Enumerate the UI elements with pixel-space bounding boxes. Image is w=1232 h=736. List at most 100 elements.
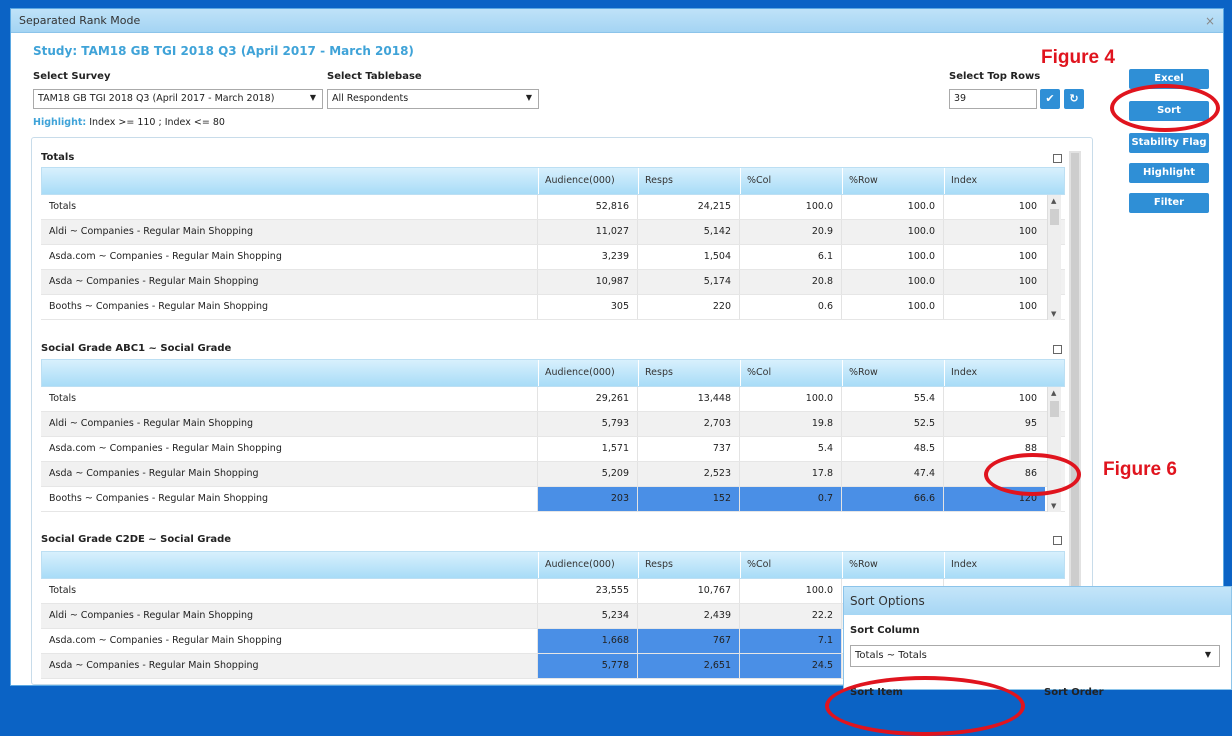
col-resps[interactable]: Resps: [638, 360, 740, 386]
table-cell: 100.0: [739, 195, 841, 219]
table-row: Booths ~ Companies - Regular Main Shoppi…: [41, 487, 1065, 512]
row-label: Aldi ~ Companies - Regular Main Shopping: [49, 418, 254, 429]
col-pct-col[interactable]: %Col: [740, 168, 842, 194]
panel-scrollbar-thumb[interactable]: [1071, 153, 1079, 623]
table-cell: 10,987: [537, 270, 637, 294]
table-row: Totals 29,261 13,448 100.0 55.4 100: [41, 387, 1065, 412]
stability-flag-button[interactable]: Stability Flag: [1129, 133, 1209, 153]
scroll-up-icon[interactable]: ▲: [1051, 389, 1056, 397]
col-audience[interactable]: Audience(000): [538, 360, 638, 386]
row-label: Asda.com ~ Companies - Regular Main Shop…: [49, 251, 282, 262]
sort-column-label: Sort Column: [850, 625, 920, 636]
sort-column-select[interactable]: Totals ~ Totals ▼: [850, 645, 1220, 667]
highlight-key: Highlight:: [33, 117, 87, 128]
data-grid-totals: Audience(000) Resps %Col %Row Index Tota…: [41, 167, 1065, 320]
chevron-down-icon: ▼: [525, 93, 532, 102]
survey-select[interactable]: TAM18 GB TGI 2018 Q3 (April 2017 - March…: [33, 89, 323, 109]
col-index[interactable]: Index: [944, 360, 1046, 386]
sort-order-label: Sort Order: [1044, 687, 1104, 698]
row-label: Aldi ~ Companies - Regular Main Shopping: [49, 226, 254, 237]
col-pct-row[interactable]: %Row: [842, 168, 944, 194]
table-cell: 23,555: [537, 579, 637, 603]
minimize-icon[interactable]: [1053, 345, 1062, 354]
table-cell: 2,703: [637, 412, 739, 436]
check-icon[interactable]: ✔: [1040, 89, 1060, 109]
table-cell: 152: [637, 487, 739, 511]
window-titlebar: Separated Rank Mode ×: [11, 9, 1223, 33]
survey-label: Select Survey: [33, 71, 111, 82]
minimize-icon[interactable]: [1053, 536, 1062, 545]
grid-scrollbar-thumb[interactable]: [1050, 209, 1059, 225]
table-cell: 47.4: [841, 462, 943, 486]
col-resps[interactable]: Resps: [638, 552, 740, 578]
col-resps[interactable]: Resps: [638, 168, 740, 194]
top-rows-input[interactable]: 39: [949, 89, 1037, 109]
table-cell: 52,816: [537, 195, 637, 219]
table-cell: 100.0: [841, 220, 943, 244]
table-cell: 203: [537, 487, 637, 511]
section-title: Totals: [41, 152, 75, 163]
table-cell: 767: [637, 629, 739, 653]
col-audience[interactable]: Audience(000): [538, 168, 638, 194]
row-label: Booths ~ Companies - Regular Main Shoppi…: [49, 493, 269, 504]
tablebase-select[interactable]: All Respondents ▼: [327, 89, 539, 109]
section-title: Social Grade ABC1 ~ Social Grade: [41, 343, 232, 354]
table-cell: 100.0: [841, 245, 943, 269]
window-title: Separated Rank Mode: [19, 14, 141, 27]
grid-scrollbar-thumb[interactable]: [1050, 401, 1059, 417]
table-cell: 52.5: [841, 412, 943, 436]
table-row: Totals 52,816 24,215 100.0 100.0 100: [41, 195, 1065, 220]
highlight-button[interactable]: Highlight: [1129, 163, 1209, 183]
table-cell: 100: [943, 195, 1045, 219]
figure4-annotation: Figure 4: [1041, 47, 1115, 68]
sort-options-dialog: Sort Options Sort Column Totals ~ Totals…: [843, 586, 1232, 698]
filter-button[interactable]: Filter: [1129, 193, 1209, 213]
table-cell: 737: [637, 437, 739, 461]
table-cell: 66.6: [841, 487, 943, 511]
section-title: Social Grade C2DE ~ Social Grade: [41, 534, 232, 545]
table-row: Asda.com ~ Companies - Regular Main Shop…: [41, 245, 1065, 270]
col-audience[interactable]: Audience(000): [538, 552, 638, 578]
table-cell: 2,651: [637, 654, 739, 678]
tablebase-label: Select Tablebase: [327, 71, 422, 82]
table-cell: 100.0: [739, 387, 841, 411]
col-pct-row[interactable]: %Row: [842, 552, 944, 578]
scroll-down-icon[interactable]: ▼: [1051, 502, 1056, 510]
scroll-up-icon[interactable]: ▲: [1051, 197, 1056, 205]
refresh-icon[interactable]: ↻: [1064, 89, 1084, 109]
table-cell: 7.1: [739, 629, 841, 653]
col-index[interactable]: Index: [944, 168, 1046, 194]
sort-highlight-ring: [1110, 84, 1220, 132]
table-cell: 95: [943, 412, 1045, 436]
col-index[interactable]: Index: [944, 552, 1046, 578]
table-cell: 20.8: [739, 270, 841, 294]
table-cell: 100: [943, 387, 1045, 411]
grid-header: Audience(000) Resps %Col %Row Index: [41, 551, 1065, 579]
separated-rank-mode-window: Separated Rank Mode × Study: TAM18 GB TG…: [10, 8, 1224, 686]
table-cell: 5,793: [537, 412, 637, 436]
col-pct-col[interactable]: %Col: [740, 360, 842, 386]
row-label: Asda ~ Companies - Regular Main Shopping: [49, 468, 259, 479]
row-label: Asda.com ~ Companies - Regular Main Shop…: [49, 635, 282, 646]
grid-header: Audience(000) Resps %Col %Row Index: [41, 359, 1065, 387]
scroll-down-icon[interactable]: ▼: [1051, 310, 1056, 318]
study-title: Study: TAM18 GB TGI 2018 Q3 (April 2017 …: [33, 44, 414, 58]
table-row: Aldi ~ Companies - Regular Main Shopping…: [41, 412, 1065, 437]
table-cell: 55.4: [841, 387, 943, 411]
close-icon[interactable]: ×: [1205, 14, 1215, 28]
row-label: Totals: [49, 393, 77, 404]
grid-body: Totals 29,261 13,448 100.0 55.4 100 Aldi ~ Com…: [41, 387, 1065, 512]
table-cell: 3,239: [537, 245, 637, 269]
row-label: Aldi ~ Companies - Regular Main Shopping: [49, 610, 254, 621]
table-cell: 10,767: [637, 579, 739, 603]
table-cell: 17.8: [739, 462, 841, 486]
table-cell: 29,261: [537, 387, 637, 411]
col-pct-col[interactable]: %Col: [740, 552, 842, 578]
minimize-icon[interactable]: [1053, 154, 1062, 163]
col-pct-row[interactable]: %Row: [842, 360, 944, 386]
table-cell: 100.0: [841, 295, 943, 319]
table-cell: 1,668: [537, 629, 637, 653]
row-label: Totals: [49, 585, 77, 596]
table-cell: 0.6: [739, 295, 841, 319]
grid-scrollbar[interactable]: ▲ ▼: [1047, 195, 1061, 320]
